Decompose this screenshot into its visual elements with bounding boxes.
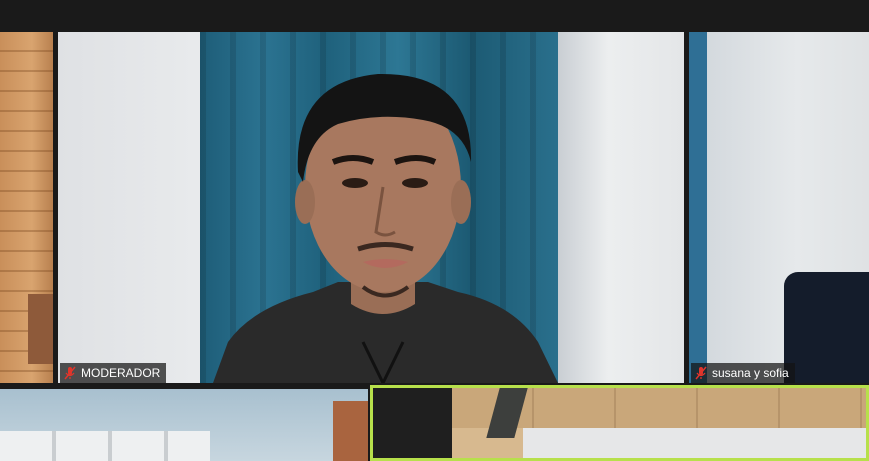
wall-background bbox=[523, 428, 866, 458]
background-object bbox=[373, 388, 452, 458]
video-tile-susana-y-sofia[interactable]: susana y sofia bbox=[689, 32, 869, 383]
mic-muted-icon bbox=[64, 366, 76, 380]
participant-name: susana y sofia bbox=[712, 366, 789, 380]
video-tile-bottom-left[interactable] bbox=[0, 389, 368, 461]
participant-name-label: susana y sofia bbox=[691, 363, 795, 383]
video-tile-moderador[interactable]: MODERADOR bbox=[58, 32, 684, 383]
top-toolbar bbox=[0, 0, 869, 32]
participant-name-label: MODERADOR bbox=[60, 363, 167, 383]
papers-on-wall bbox=[0, 431, 210, 461]
video-tile-active-speaker[interactable] bbox=[370, 385, 869, 461]
background-object bbox=[689, 32, 707, 383]
mic-muted-icon bbox=[695, 366, 707, 380]
background-object bbox=[333, 401, 368, 461]
participant-name: MODERADOR bbox=[81, 366, 161, 380]
background-object bbox=[28, 294, 53, 364]
gallery-view: MODERADOR susana y sofia bbox=[0, 0, 869, 461]
chair-background bbox=[784, 272, 869, 383]
participant-video-feed bbox=[213, 73, 558, 383]
video-tile-left-partial[interactable] bbox=[0, 32, 53, 383]
